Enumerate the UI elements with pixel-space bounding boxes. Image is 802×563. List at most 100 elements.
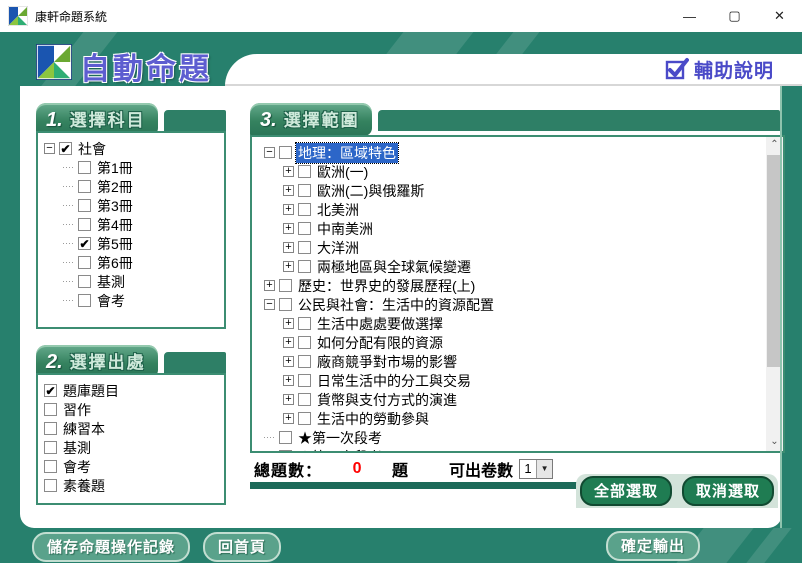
expand-icon[interactable]: + bbox=[283, 337, 294, 348]
checkbox-unchecked[interactable] bbox=[78, 294, 91, 307]
checkbox-unchecked[interactable] bbox=[298, 355, 311, 368]
tree-item-label[interactable]: 廠商競爭對市場的影響 bbox=[315, 352, 459, 372]
tree-item-label[interactable]: 第3冊 bbox=[95, 196, 135, 216]
tree-item-label[interactable]: 基測 bbox=[61, 438, 93, 458]
checkbox-unchecked[interactable] bbox=[44, 403, 57, 416]
tree-item-label[interactable]: 會考 bbox=[95, 291, 127, 311]
expand-icon[interactable]: + bbox=[283, 394, 294, 405]
checkbox-unchecked[interactable] bbox=[44, 422, 57, 435]
sheet-count-select[interactable]: 1 ▼ bbox=[519, 459, 553, 479]
checkbox-unchecked[interactable] bbox=[78, 218, 91, 231]
tree-item-label[interactable]: 第6冊 bbox=[95, 253, 135, 273]
tree-indent bbox=[44, 281, 63, 282]
tree-connector bbox=[264, 437, 275, 438]
tree-item-label[interactable]: 第4冊 bbox=[95, 215, 135, 235]
checkbox-unchecked[interactable] bbox=[298, 374, 311, 387]
tree-row: + 貨幣與支付方式的演進 bbox=[264, 390, 781, 409]
checkbox-unchecked[interactable] bbox=[298, 393, 311, 406]
tree-item-label[interactable]: 歷史：世界史的發展歷程(上) bbox=[296, 276, 477, 296]
checkbox-checked[interactable]: ✔ bbox=[44, 384, 57, 397]
tree-item-label[interactable]: 大洋洲 bbox=[315, 238, 361, 258]
tree-row: −✔ 社會 bbox=[44, 139, 222, 158]
tree-item-label[interactable]: 日常生活中的分工與交易 bbox=[315, 371, 473, 391]
collapse-icon[interactable]: − bbox=[44, 143, 55, 154]
checkbox-unchecked[interactable] bbox=[44, 479, 57, 492]
checkbox-unchecked[interactable] bbox=[44, 460, 57, 473]
tree-item-label[interactable]: 地理：區域特色 bbox=[296, 143, 398, 163]
tree-item-label[interactable]: 北美洲 bbox=[315, 200, 361, 220]
checkbox-unchecked[interactable] bbox=[78, 180, 91, 193]
tree-item-label[interactable]: 習作 bbox=[61, 400, 93, 420]
checkbox-unchecked[interactable] bbox=[298, 412, 311, 425]
expand-icon[interactable]: + bbox=[283, 413, 294, 424]
checkbox-unchecked[interactable] bbox=[279, 450, 292, 453]
kangxuan-logo-icon bbox=[8, 6, 28, 26]
tree-item-label[interactable]: 基測 bbox=[95, 272, 127, 292]
checkbox-unchecked[interactable] bbox=[78, 256, 91, 269]
tree-row: + 中南美洲 bbox=[264, 219, 781, 238]
tree-item-label[interactable]: 第2冊 bbox=[95, 177, 135, 197]
checkbox-unchecked[interactable] bbox=[298, 260, 311, 273]
expand-icon[interactable]: + bbox=[283, 318, 294, 329]
tree-item-label[interactable]: 如何分配有限的資源 bbox=[315, 333, 445, 353]
tree-item-label[interactable]: 兩極地區與全球氣候變遷 bbox=[315, 257, 473, 277]
help-link[interactable]: 輔助說明 bbox=[665, 56, 774, 83]
minimize-button[interactable]: — bbox=[667, 0, 712, 32]
save-record-button[interactable]: 儲存命題操作記錄 bbox=[32, 532, 190, 562]
section3-header-band bbox=[378, 110, 780, 131]
expand-icon[interactable]: + bbox=[283, 185, 294, 196]
tree-item-label[interactable]: 公民與社會：生活中的資源配置 bbox=[296, 295, 496, 315]
combo-dropdown-icon[interactable]: ▼ bbox=[536, 460, 552, 478]
checkbox-unchecked[interactable] bbox=[298, 241, 311, 254]
tree-row: + 北美洲 bbox=[264, 200, 781, 219]
expand-icon[interactable]: + bbox=[283, 356, 294, 367]
checkbox-unchecked[interactable] bbox=[78, 275, 91, 288]
checkbox-unchecked[interactable] bbox=[78, 161, 91, 174]
tree-item-label[interactable]: 中南美洲 bbox=[315, 219, 375, 239]
collapse-icon[interactable]: − bbox=[264, 147, 275, 158]
checkbox-unchecked[interactable] bbox=[78, 199, 91, 212]
close-button[interactable]: ✕ bbox=[757, 0, 802, 32]
tree-item-label[interactable]: 生活中處處要做選擇 bbox=[315, 314, 445, 334]
checkbox-unchecked[interactable] bbox=[44, 441, 57, 454]
checkbox-unchecked[interactable] bbox=[298, 222, 311, 235]
expand-icon[interactable]: + bbox=[283, 204, 294, 215]
checkbox-unchecked[interactable] bbox=[279, 279, 292, 292]
maximize-button[interactable]: ▢ bbox=[712, 0, 757, 32]
deselect-all-button[interactable]: 取消選取 bbox=[682, 476, 774, 506]
select-all-button[interactable]: 全部選取 bbox=[580, 476, 672, 506]
tree-item-label[interactable]: 歐洲(一) bbox=[315, 162, 370, 182]
checkbox-unchecked[interactable] bbox=[298, 336, 311, 349]
expand-icon[interactable]: + bbox=[283, 242, 294, 253]
tree-item-label[interactable]: 第5冊 bbox=[95, 234, 135, 254]
tree-item-label[interactable]: 歐洲(二)與俄羅斯 bbox=[315, 181, 426, 201]
tree-item-label[interactable]: 題庫題目 bbox=[61, 381, 121, 401]
expand-icon[interactable]: + bbox=[264, 280, 275, 291]
tree-item-label[interactable]: 貨幣與支付方式的演進 bbox=[315, 390, 459, 410]
tree-item-label[interactable]: 素養題 bbox=[61, 476, 107, 496]
checkbox-unchecked[interactable] bbox=[298, 203, 311, 216]
checkbox-checked[interactable]: ✔ bbox=[78, 237, 91, 250]
checkbox-unchecked[interactable] bbox=[279, 146, 292, 159]
collapse-icon[interactable]: − bbox=[264, 299, 275, 310]
tree-item-label[interactable]: 練習本 bbox=[61, 419, 107, 439]
expand-icon[interactable]: + bbox=[283, 261, 294, 272]
checkbox-unchecked[interactable] bbox=[298, 317, 311, 330]
checkbox-unchecked[interactable] bbox=[298, 165, 311, 178]
checkbox-unchecked[interactable] bbox=[298, 184, 311, 197]
expand-icon[interactable]: + bbox=[283, 375, 294, 386]
tree-item-label[interactable]: 生活中的勞動參與 bbox=[315, 409, 431, 429]
tree-item-label[interactable]: 第1冊 bbox=[95, 158, 135, 178]
expand-icon[interactable]: + bbox=[283, 223, 294, 234]
tree-item-label[interactable]: 會考 bbox=[61, 457, 93, 477]
expand-icon[interactable]: + bbox=[283, 166, 294, 177]
confirm-output-button[interactable]: 確定輸出 bbox=[606, 531, 700, 561]
tree-item-label[interactable]: 社會 bbox=[76, 139, 108, 159]
checkbox-unchecked[interactable] bbox=[279, 431, 292, 444]
tree-row: 第2冊 bbox=[44, 177, 222, 196]
checkbox-unchecked[interactable] bbox=[279, 298, 292, 311]
home-button[interactable]: 回首頁 bbox=[203, 532, 281, 562]
checkbox-checked[interactable]: ✔ bbox=[59, 142, 72, 155]
tree-item-label[interactable]: ★第二次段考 bbox=[296, 447, 384, 454]
tree-item-label[interactable]: ★第一次段考 bbox=[296, 428, 384, 448]
